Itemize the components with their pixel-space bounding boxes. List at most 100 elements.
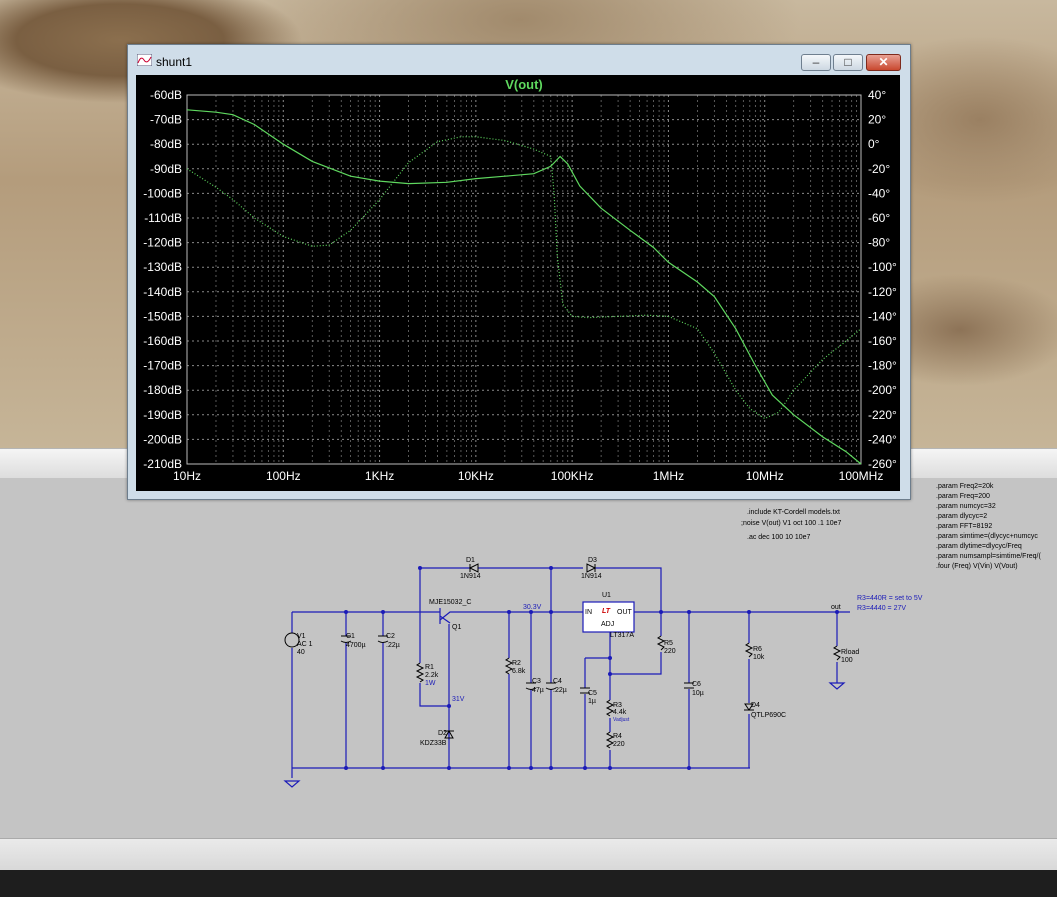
y-right-tick-label: -80° [868,236,890,250]
y-right-tick-label: 40° [868,88,886,102]
y-right-tick-label: -180° [868,359,897,373]
label-r3-note: Vadjust [613,717,630,723]
schematic-drawing[interactable] [0,478,1057,838]
label-c2-value: .22µ [386,642,400,649]
directive-ac[interactable]: .ac dec 100 10 10e7 [747,533,810,543]
os-taskbar [0,870,1057,897]
x-tick-label: 10MHz [746,469,784,483]
waveform-plot-pane[interactable]: -60dB 40° -70dB 20° -80dB 0° -90dB -20° -100dB -4… [136,75,900,491]
label-r1-power: 1W [425,680,436,687]
y-right-tick-label: -200° [868,383,897,397]
label-d2-value: KDZ33B [420,740,447,747]
bode-chart[interactable]: -60dB 40° -70dB 20° -80dB 0° -90dB -20° -100dB -4… [136,75,900,491]
param-dlycyc[interactable]: .param dlycyc=2 [936,512,987,522]
param-fft[interactable]: .param FFT=8192 [936,522,992,532]
label-d4-value: QTLP690C [751,712,787,719]
label-c6-value: 10µ [692,690,704,697]
label-d4: D4 [751,702,760,709]
y-right-tick-label: -220° [868,408,897,422]
x-tick-label: 100Hz [266,469,301,483]
y-left-tick-label: -160dB [143,334,182,348]
label-rload-value: 100 [841,657,853,664]
phase-trace [186,136,862,420]
maximize-button[interactable]: □ [833,54,863,71]
chart-title: V(out) [505,77,543,92]
label-c5-value: 1µ [588,698,596,705]
label-d1: D1 [466,557,475,564]
y-left-tick-label: -150dB [143,309,182,323]
label-d3: D3 [588,557,597,564]
window-title: shunt1 [156,55,193,69]
y-left-tick-label: -60dB [150,88,182,102]
label-c3-value: 47µ [532,687,544,694]
minimize-button[interactable]: – [801,54,831,71]
status-bar [0,838,1057,871]
label-r6-value: 10k [753,654,765,661]
ground-symbols [283,682,846,788]
close-button[interactable]: ✕ [866,54,901,71]
plot-frame [186,94,862,465]
y-left-tick-label: -110dB [144,211,182,225]
linear-tech-logo-icon: LT [602,608,611,615]
y-right-tick-label: -240° [868,432,897,446]
x-tick-label: 10Hz [173,469,201,483]
label-q1-model: MJE15032_C [429,599,472,606]
x-tick-label: 1KHz [365,469,394,483]
directive-noise[interactable]: ;noise V(out) V1 oct 100 .1 10e7 [741,519,841,529]
label-u1: U1 [602,592,611,599]
y-left-tick-label: -100dB [143,186,182,200]
y-left-tick-label: -200dB [143,432,182,446]
y-left-tick-label: -170dB [143,359,182,373]
label-r2-value: 6.8k [512,668,526,675]
param-freq[interactable]: .param Freq=200 [936,492,990,502]
label-d2: D2 [438,730,447,737]
y-right-tick-label: -20° [868,162,890,176]
y-left-tick-label: -180dB [143,383,182,397]
magnitude-trace [186,109,862,465]
label-u1-part: LT317A [610,632,634,639]
param-freq2[interactable]: .param Freq2=20k [936,482,993,492]
y-left-tick-label: -130dB [143,260,182,274]
label-q1: Q1 [452,624,462,631]
y-right-tick-label: -40° [868,186,890,200]
window-titlebar[interactable]: shunt1 – □ ✕ [128,45,910,75]
param-numcyc[interactable]: .param numcyc=32 [936,502,996,512]
y-right-tick-label: 20° [868,113,886,127]
label-u1-in: IN [585,609,592,616]
directive-four[interactable]: .four (Freq) V(Vin) V(Vout) [936,562,1018,572]
label-c1-value: 4700µ [346,642,366,649]
label-net-out: out [831,604,841,611]
ltspice-plot-icon [137,54,152,66]
x-tick-label: 1MHz [653,469,684,483]
label-d1-value: 1N914 [460,573,481,580]
y-left-tick-label: -90dB [150,162,182,176]
label-u1-adj: ADJ [601,621,615,628]
x-tick-label: 100KHz [551,469,594,483]
label-node-31v: 31V [452,696,465,703]
plot-window[interactable]: shunt1 – □ ✕ -60dB 40° -70dB 20° -80dB 0° -90d… [127,44,911,500]
param-numsampl[interactable]: .param numsampl=simtime/Freq/( [936,552,1041,562]
label-v1-value: 40 [297,649,305,656]
y-right-tick-label: -100° [868,260,897,274]
y-left-tick-label: -120dB [143,236,182,250]
y-right-tick-label: -120° [868,285,897,299]
r1-symbol [415,662,425,683]
y-left-tick-label: -80dB [150,137,182,151]
param-dlytime[interactable]: .param dlytime=dlycyc/Freq [936,542,1022,552]
y-right-tick-label: -60° [868,211,890,225]
x-tick-label: 100MHz [839,469,884,483]
param-simtime[interactable]: .param simtime=(dlycyc+numcyc [936,532,1038,542]
y-right-tick-label: -160° [868,334,897,348]
y-left-tick-label: -140dB [143,285,182,299]
y-right-tick-label: 0° [868,137,880,151]
schematic-wires [291,567,850,778]
label-r4-value: 220 [613,741,625,748]
note-r3-5v[interactable]: R3=440R = set to 5V [857,594,922,604]
note-r3-27v[interactable]: R3=4440 = 27V [857,604,906,614]
directive-include[interactable]: .include KT-Cordell models.txt [747,508,840,518]
y-left-tick-label: -190dB [143,408,182,422]
label-node-30v3: 30.3V [523,604,542,611]
label-c4-value: .22µ [553,687,567,694]
rload-symbol [832,645,842,661]
junction-dots [344,566,839,770]
